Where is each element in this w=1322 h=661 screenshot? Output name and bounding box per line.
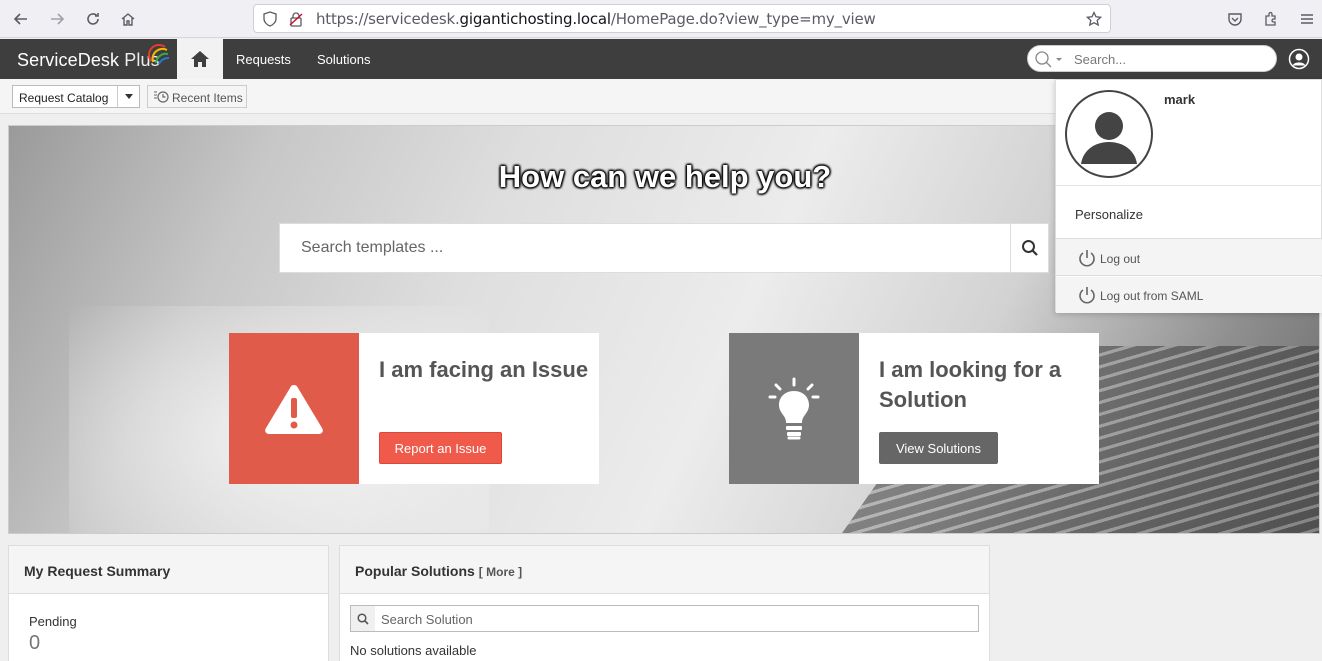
servicedesk-logo[interactable]: ServiceDesk Plus	[17, 44, 170, 71]
logout-saml-label: Log out from SAML	[1100, 289, 1204, 303]
forward-arrow-icon	[51, 13, 65, 25]
global-search-placeholder: Search...	[1074, 52, 1127, 67]
recent-items-button[interactable]: Recent Items	[147, 85, 247, 108]
request-summary-title: My Request Summary	[24, 563, 171, 579]
power-icon	[1079, 287, 1095, 304]
template-search-placeholder: Search templates ...	[301, 239, 444, 256]
bookmark-star-icon[interactable]	[1086, 11, 1102, 27]
history-clock-icon	[154, 91, 169, 103]
user-profile-button[interactable]	[1288, 48, 1310, 70]
lightbulb-icon	[768, 377, 820, 439]
home-icon	[191, 51, 209, 67]
no-solutions-text: No solutions available	[350, 643, 477, 658]
extensions-button[interactable]	[1257, 5, 1285, 33]
chevron-down-icon[interactable]	[117, 86, 139, 107]
puzzle-icon	[1265, 11, 1276, 26]
template-search-input[interactable]: Search templates ...	[279, 223, 1049, 273]
pocket-icon	[1228, 13, 1242, 26]
home-icon	[121, 13, 135, 26]
nav-requests[interactable]: Requests	[236, 52, 291, 67]
issue-card-title: I am facing an Issue	[379, 357, 589, 382]
search-dropdown-icon[interactable]	[1034, 50, 1068, 68]
url-text: https://servicedesk.gigantichosting.loca…	[316, 9, 876, 28]
shield-icon	[263, 11, 277, 27]
pending-count[interactable]: 0	[29, 632, 40, 655]
solution-card-iconbox	[729, 333, 859, 484]
app-header: ServiceDesk Plus Requests Solutions Sear…	[0, 39, 1322, 79]
issue-card: I am facing an Issue Report an Issue	[229, 333, 599, 484]
address-bar[interactable]: https://servicedesk.gigantichosting.loca…	[253, 4, 1111, 33]
request-catalog-label: Request Catalog	[19, 91, 109, 105]
pocket-button[interactable]	[1221, 5, 1249, 33]
request-summary-header: My Request Summary	[9, 546, 328, 594]
search-icon	[351, 606, 375, 631]
home-browser-button[interactable]	[114, 5, 142, 33]
logout-label: Log out	[1100, 252, 1141, 266]
more-solutions-link[interactable]: [ More ]	[479, 565, 522, 579]
logout-saml-item[interactable]: Log out from SAML	[1056, 277, 1322, 313]
reload-icon	[87, 13, 99, 25]
template-search-button[interactable]	[1010, 224, 1048, 272]
solution-search-input[interactable]: Search Solution	[350, 605, 979, 632]
warning-icon	[265, 384, 323, 434]
user-circle-icon	[1288, 48, 1310, 70]
reload-button[interactable]	[79, 5, 107, 33]
lock-icon	[289, 12, 303, 27]
back-button[interactable]	[7, 5, 35, 33]
pending-label: Pending	[29, 614, 77, 629]
solution-search-placeholder: Search Solution	[381, 612, 473, 627]
personalize-item[interactable]: Personalize	[1056, 185, 1322, 239]
report-issue-button[interactable]: Report an Issue	[379, 432, 502, 464]
hamburger-menu-icon	[1301, 14, 1313, 24]
personalize-label: Personalize	[1075, 207, 1143, 222]
power-icon	[1079, 250, 1095, 267]
back-arrow-icon	[13, 13, 27, 25]
username: mark	[1164, 92, 1196, 107]
menu-button[interactable]	[1293, 5, 1321, 33]
forward-button[interactable]	[43, 5, 71, 33]
home-tab[interactable]	[177, 39, 223, 79]
logout-item[interactable]: Log out	[1056, 239, 1322, 276]
user-silhouette-icon	[1081, 112, 1137, 164]
user-avatar	[1065, 90, 1153, 178]
request-summary-panel: My Request Summary Pending 0	[8, 545, 329, 661]
view-solutions-button[interactable]: View Solutions	[879, 432, 998, 464]
popular-solutions-header: Popular Solutions [ More ]	[340, 546, 989, 594]
browser-toolbar: https://servicedesk.gigantichosting.loca…	[0, 0, 1322, 38]
request-catalog-select[interactable]: Request Catalog	[12, 85, 140, 108]
search-icon	[1021, 240, 1038, 256]
solution-card: I am looking for a Solution View Solutio…	[729, 333, 1099, 484]
global-search-input[interactable]: Search...	[1027, 45, 1277, 72]
user-dropdown-menu: mark Personalize Log out Log out from SA…	[1055, 79, 1322, 313]
logo-arc-icon	[148, 44, 170, 65]
solution-card-title: I am looking for a Solution	[879, 357, 1062, 412]
recent-items-label: Recent Items	[172, 91, 243, 105]
popular-solutions-title: Popular Solutions	[355, 563, 475, 579]
popular-solutions-panel: Popular Solutions [ More ] Search Solutio…	[339, 545, 990, 661]
nav-solutions[interactable]: Solutions	[317, 52, 370, 67]
issue-card-iconbox	[229, 333, 359, 484]
